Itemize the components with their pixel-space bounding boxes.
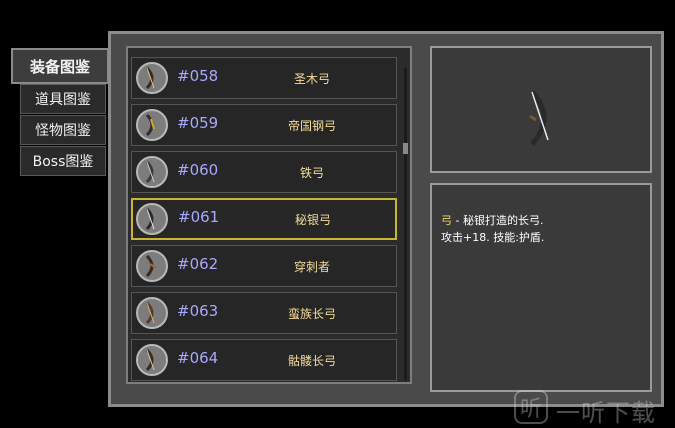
tab-boss-codex[interactable]: Boss图鉴 <box>20 146 106 176</box>
scrollbar-thumb[interactable] <box>403 143 408 154</box>
item-description: 弓 - 秘银打造的长弓. 攻击+18. 技能:护盾. <box>441 212 645 246</box>
item-description-panel: 弓 - 秘银打造的长弓. 攻击+18. 技能:护盾. <box>430 183 652 392</box>
item-name: 铁弓 <box>299 166 324 180</box>
item-name: 蛮族长弓 <box>287 307 336 321</box>
bow-icon <box>136 250 168 282</box>
description-text: - 秘银打造的长弓. <box>452 214 544 227</box>
item-preview-panel <box>430 46 652 173</box>
item-number: #060 <box>177 161 219 179</box>
bow-icon <box>136 297 168 329</box>
bow-icon <box>136 344 168 376</box>
watermark: 听 一听下载 <box>514 390 674 427</box>
bow-icon <box>136 109 168 141</box>
item-name: 穿刺者 <box>293 260 330 274</box>
description-line-1: 弓 - 秘银打造的长弓. <box>441 212 645 229</box>
item-name: 秘银弓 <box>294 213 331 227</box>
list-item[interactable]: #062 穿刺者 <box>131 245 397 287</box>
description-line-2: 攻击+18. 技能:护盾. <box>441 231 545 244</box>
item-number: #064 <box>177 349 219 367</box>
tab-item-codex[interactable]: 道具图鉴 <box>20 84 106 114</box>
tab-equipment-codex[interactable]: 装备图鉴 <box>11 48 109 84</box>
item-number: #061 <box>178 208 220 226</box>
list-item[interactable]: #063 蛮族长弓 <box>131 292 397 334</box>
item-number: #062 <box>177 255 219 273</box>
list-item[interactable]: #064 骷髅长弓 <box>131 339 397 381</box>
bow-icon <box>136 62 168 94</box>
list-item[interactable]: #060 铁弓 <box>131 151 397 193</box>
bow-icon <box>522 88 562 148</box>
list-scrollbar[interactable] <box>404 68 407 380</box>
watermark-text: 一听下载 <box>556 399 656 427</box>
list-item-selected[interactable]: #061 秘银弓 <box>131 198 397 240</box>
item-name: 帝国钢弓 <box>287 119 336 133</box>
item-name: 骷髅长弓 <box>287 354 336 368</box>
list-item[interactable]: #058 圣木弓 <box>131 57 397 99</box>
bow-icon <box>136 203 168 235</box>
item-number: #063 <box>177 302 219 320</box>
item-number: #058 <box>177 67 219 85</box>
watermark-logo: 听 <box>514 390 548 424</box>
item-type-keyword: 弓 <box>441 214 452 227</box>
list-item[interactable]: #059 帝国钢弓 <box>131 104 397 146</box>
item-name: 圣木弓 <box>293 72 330 86</box>
bow-icon <box>136 156 168 188</box>
tab-monster-codex[interactable]: 怪物图鉴 <box>20 115 106 145</box>
item-number: #059 <box>177 114 219 132</box>
